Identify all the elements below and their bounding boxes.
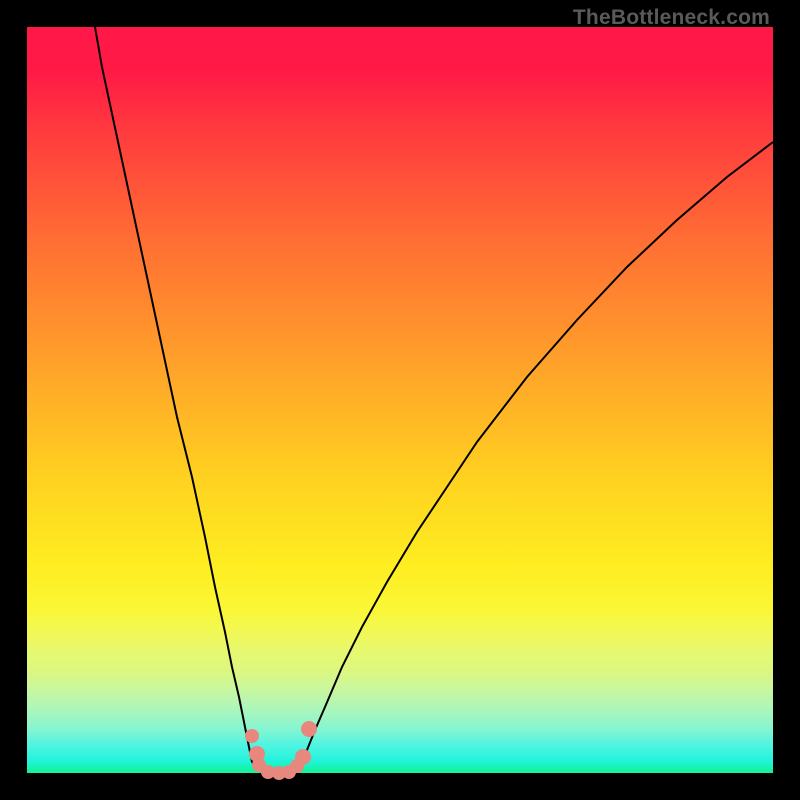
- curve-layer: [27, 27, 773, 773]
- right-curve-path: [302, 142, 773, 762]
- chart-frame: TheBottleneck.com: [0, 0, 800, 800]
- left-curve-path: [95, 27, 252, 762]
- marker-dot: [245, 729, 259, 743]
- plot-area: [27, 27, 773, 773]
- watermark-text: TheBottleneck.com: [573, 6, 770, 30]
- marker-group: [245, 721, 317, 780]
- marker-dot: [295, 749, 311, 765]
- marker-dot: [301, 721, 317, 737]
